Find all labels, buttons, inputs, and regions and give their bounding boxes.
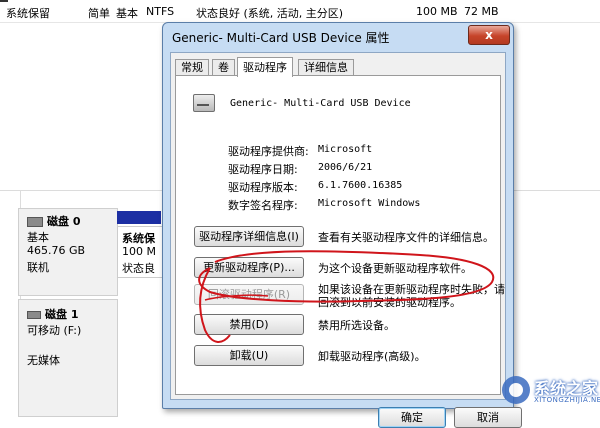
driver-date-value: 2006/6/21 <box>318 162 373 173</box>
close-icon: x <box>485 28 493 42</box>
dialog-title: Generic- Multi-Card USB Device 属性 <box>172 31 390 45</box>
disk-0-state: 联机 <box>27 261 49 274</box>
volume-name: 系统保留 <box>6 7 50 20</box>
dialog-titlebar[interactable]: Generic- Multi-Card USB Device 属性 x <box>163 23 513 49</box>
usb-card-reader-icon <box>193 94 215 112</box>
disable-device-button[interactable]: 禁用(D) <box>194 314 304 335</box>
digital-signer-label: 数字签名程序: <box>228 199 298 212</box>
system-reserved-volume[interactable]: 系统保 100 M 状态良 <box>117 226 163 278</box>
volume-bar <box>117 211 161 224</box>
volume-block-name: 系统保 <box>122 232 155 245</box>
volume-list-row[interactable]: 系统保留 简单 基本 NTFS 状态良好 (系统, 活动, 主分区) 100 M… <box>0 0 600 23</box>
disk-0-size: 465.76 GB <box>27 244 86 257</box>
driver-provider-label: 驱动程序提供商: <box>228 145 309 158</box>
volume-status: 状态良好 (系统, 活动, 主分区) <box>196 7 344 20</box>
volume-block-size: 100 M <box>122 245 156 258</box>
removable-disk-icon <box>27 311 41 319</box>
dialog-client: 常规 卷 驱动程序 详细信息 Generic- Multi-Card USB D… <box>170 52 522 428</box>
disable-device-description: 禁用所选设备。 <box>318 319 395 332</box>
tab-general[interactable]: 常规 <box>175 59 209 76</box>
disk-1-label: 磁盘 1 <box>45 308 79 321</box>
volume-fs: NTFS <box>146 5 175 18</box>
disk-0-type: 基本 <box>27 231 49 244</box>
disk-0-title: 磁盘 0 <box>27 213 80 229</box>
device-properties-dialog: Generic- Multi-Card USB Device 属性 x 常规 卷… <box>162 22 522 428</box>
volume-free: 72 MB <box>464 5 499 18</box>
update-driver-description: 为这个设备更新驱动程序软件。 <box>318 262 472 275</box>
tab-volumes[interactable]: 卷 <box>212 59 235 76</box>
hard-disk-icon <box>27 217 43 227</box>
ok-button[interactable]: 确定 <box>378 407 446 428</box>
site-logo-icon <box>502 376 530 404</box>
volume-layout: 简单 <box>88 7 110 20</box>
roll-back-driver-description-line2: 回滚到以前安装的驱动程序。 <box>318 296 461 309</box>
site-watermark: 系统之家 XITONGZHIJIA.NET <box>500 372 600 412</box>
tab-driver[interactable]: 驱动程序 <box>237 57 293 77</box>
driver-details-button[interactable]: 驱动程序详细信息(I) <box>194 226 304 247</box>
driver-details-description: 查看有关驱动程序文件的详细信息。 <box>318 231 494 244</box>
driver-version-label: 驱动程序版本: <box>228 181 298 194</box>
watermark-subtext: XITONGZHIJIA.NET <box>534 396 600 404</box>
volume-type: 基本 <box>116 7 138 20</box>
disk-0-panel[interactable]: 磁盘 0 基本 465.76 GB 联机 <box>18 208 118 296</box>
disk-1-type: 可移动 (F:) <box>27 324 82 337</box>
driver-version-value: 6.1.7600.16385 <box>318 180 403 191</box>
driver-provider-value: Microsoft <box>318 144 373 155</box>
close-button[interactable]: x <box>468 25 510 45</box>
volume-row-icon <box>0 0 8 2</box>
disk-1-panel[interactable]: 磁盘 1 可移动 (F:) 无媒体 <box>18 299 118 417</box>
tab-details[interactable]: 详细信息 <box>298 59 354 76</box>
disk-0-label: 磁盘 0 <box>47 215 81 228</box>
volume-block-status: 状态良 <box>122 262 155 275</box>
driver-tab-page: Generic- Multi-Card USB Device 驱动程序提供商: … <box>175 75 505 395</box>
uninstall-driver-description: 卸载驱动程序(高级)。 <box>318 350 426 363</box>
roll-back-driver-button[interactable]: 回滚驱动程序(R) <box>194 284 304 305</box>
device-name: Generic- Multi-Card USB Device <box>230 98 411 109</box>
update-driver-button[interactable]: 更新驱动程序(P)... <box>194 257 304 278</box>
volume-capacity: 100 MB <box>416 5 458 18</box>
digital-signer-value: Microsoft Windows <box>318 198 421 209</box>
disk-1-media: 无媒体 <box>27 354 60 367</box>
driver-date-label: 驱动程序日期: <box>228 163 298 176</box>
disk-1-title: 磁盘 1 <box>27 306 78 322</box>
uninstall-driver-button[interactable]: 卸载(U) <box>194 345 304 366</box>
